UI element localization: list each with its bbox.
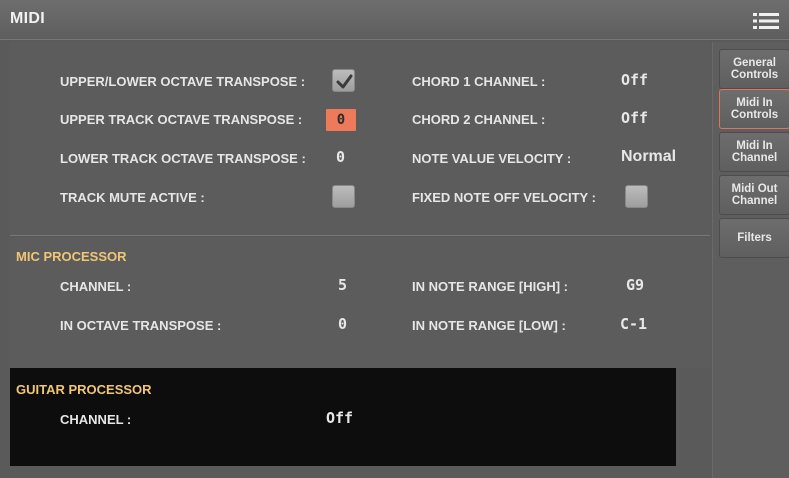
upper-lower-octave-transpose-label: UPPER/LOWER OCTAVE TRANSPOSE : — [60, 74, 306, 89]
tab-label-line1: Midi Out — [731, 183, 778, 195]
checkmark-icon — [336, 74, 353, 89]
mic-channel-label: CHANNEL : — [60, 279, 132, 294]
guitar-channel-label: CHANNEL : — [60, 412, 132, 427]
tab-midi-in-channel[interactable]: Midi In Channel — [719, 132, 789, 172]
upper-lower-octave-transpose-checkbox[interactable] — [332, 69, 355, 92]
tab-label-line2: Controls — [730, 109, 779, 121]
mic-processor-title: MIC PROCESSOR — [16, 249, 127, 264]
tab-label-line2: Channel — [731, 195, 778, 207]
tab-label-line2: Controls — [730, 69, 779, 81]
mic-channel-value[interactable]: 5 — [338, 276, 347, 294]
chord-2-channel-value[interactable]: Off — [621, 109, 648, 127]
sidebar: General Controls Midi In Controls Midi I… — [712, 42, 789, 478]
in-note-range-high-value[interactable]: G9 — [626, 276, 644, 294]
chord-2-channel-label: CHORD 2 CHANNEL : — [412, 112, 546, 127]
tab-label-line1: Midi In — [736, 97, 773, 109]
mic-processor-panel: MIC PROCESSOR CHANNEL : 5 IN OCTAVE TRAN… — [10, 238, 710, 368]
note-value-velocity-label: NOTE VALUE VELOCITY : — [412, 151, 572, 166]
in-octave-transpose-label: IN OCTAVE TRANSPOSE : — [60, 318, 222, 333]
in-octave-transpose-value[interactable]: 0 — [338, 315, 347, 333]
tab-label-line2: Channel — [731, 152, 778, 164]
guitar-processor-panel: GUITAR PROCESSOR CHANNEL : Off — [10, 368, 676, 466]
guitar-channel-value[interactable]: Off — [326, 409, 353, 427]
menu-icon[interactable] — [753, 12, 779, 30]
in-note-range-high-label: IN NOTE RANGE [HIGH] : — [412, 279, 568, 294]
midi-in-controls-panel: UPPER/LOWER OCTAVE TRANSPOSE : UPPER TRA… — [10, 42, 710, 236]
guitar-processor-title: GUITAR PROCESSOR — [16, 382, 152, 397]
tab-general-controls[interactable]: General Controls — [719, 49, 789, 89]
page-title: MIDI — [10, 10, 45, 27]
track-mute-active-label: TRACK MUTE ACTIVE : — [60, 190, 205, 205]
tab-midi-out-channel[interactable]: Midi Out Channel — [719, 175, 789, 215]
track-mute-active-checkbox[interactable] — [332, 185, 355, 208]
header-bar: MIDI — [0, 0, 789, 40]
lower-track-octave-transpose-value[interactable]: 0 — [336, 148, 345, 166]
lower-track-octave-transpose-label: LOWER TRACK OCTAVE TRANSPOSE : — [60, 151, 306, 166]
fixed-note-off-velocity-checkbox[interactable] — [625, 185, 648, 208]
tab-midi-in-controls[interactable]: Midi In Controls — [719, 89, 789, 129]
chord-1-channel-value[interactable]: Off — [621, 71, 648, 89]
note-value-velocity-value[interactable]: Normal — [621, 148, 676, 166]
upper-track-octave-transpose-value[interactable]: 0 — [326, 109, 356, 131]
fixed-note-off-velocity-label: FIXED NOTE OFF VELOCITY : — [412, 190, 596, 205]
upper-track-octave-transpose-label: UPPER TRACK OCTAVE TRANSPOSE : — [60, 112, 303, 127]
tab-label-line1: Filters — [737, 232, 772, 244]
tab-label-line1: Midi In — [736, 140, 773, 152]
in-note-range-low-value[interactable]: C-1 — [620, 315, 647, 333]
tab-filters[interactable]: Filters — [719, 218, 789, 258]
chord-1-channel-label: CHORD 1 CHANNEL : — [412, 74, 546, 89]
tab-label-line1: General — [733, 57, 776, 69]
in-note-range-low-label: IN NOTE RANGE [LOW] : — [412, 318, 566, 333]
